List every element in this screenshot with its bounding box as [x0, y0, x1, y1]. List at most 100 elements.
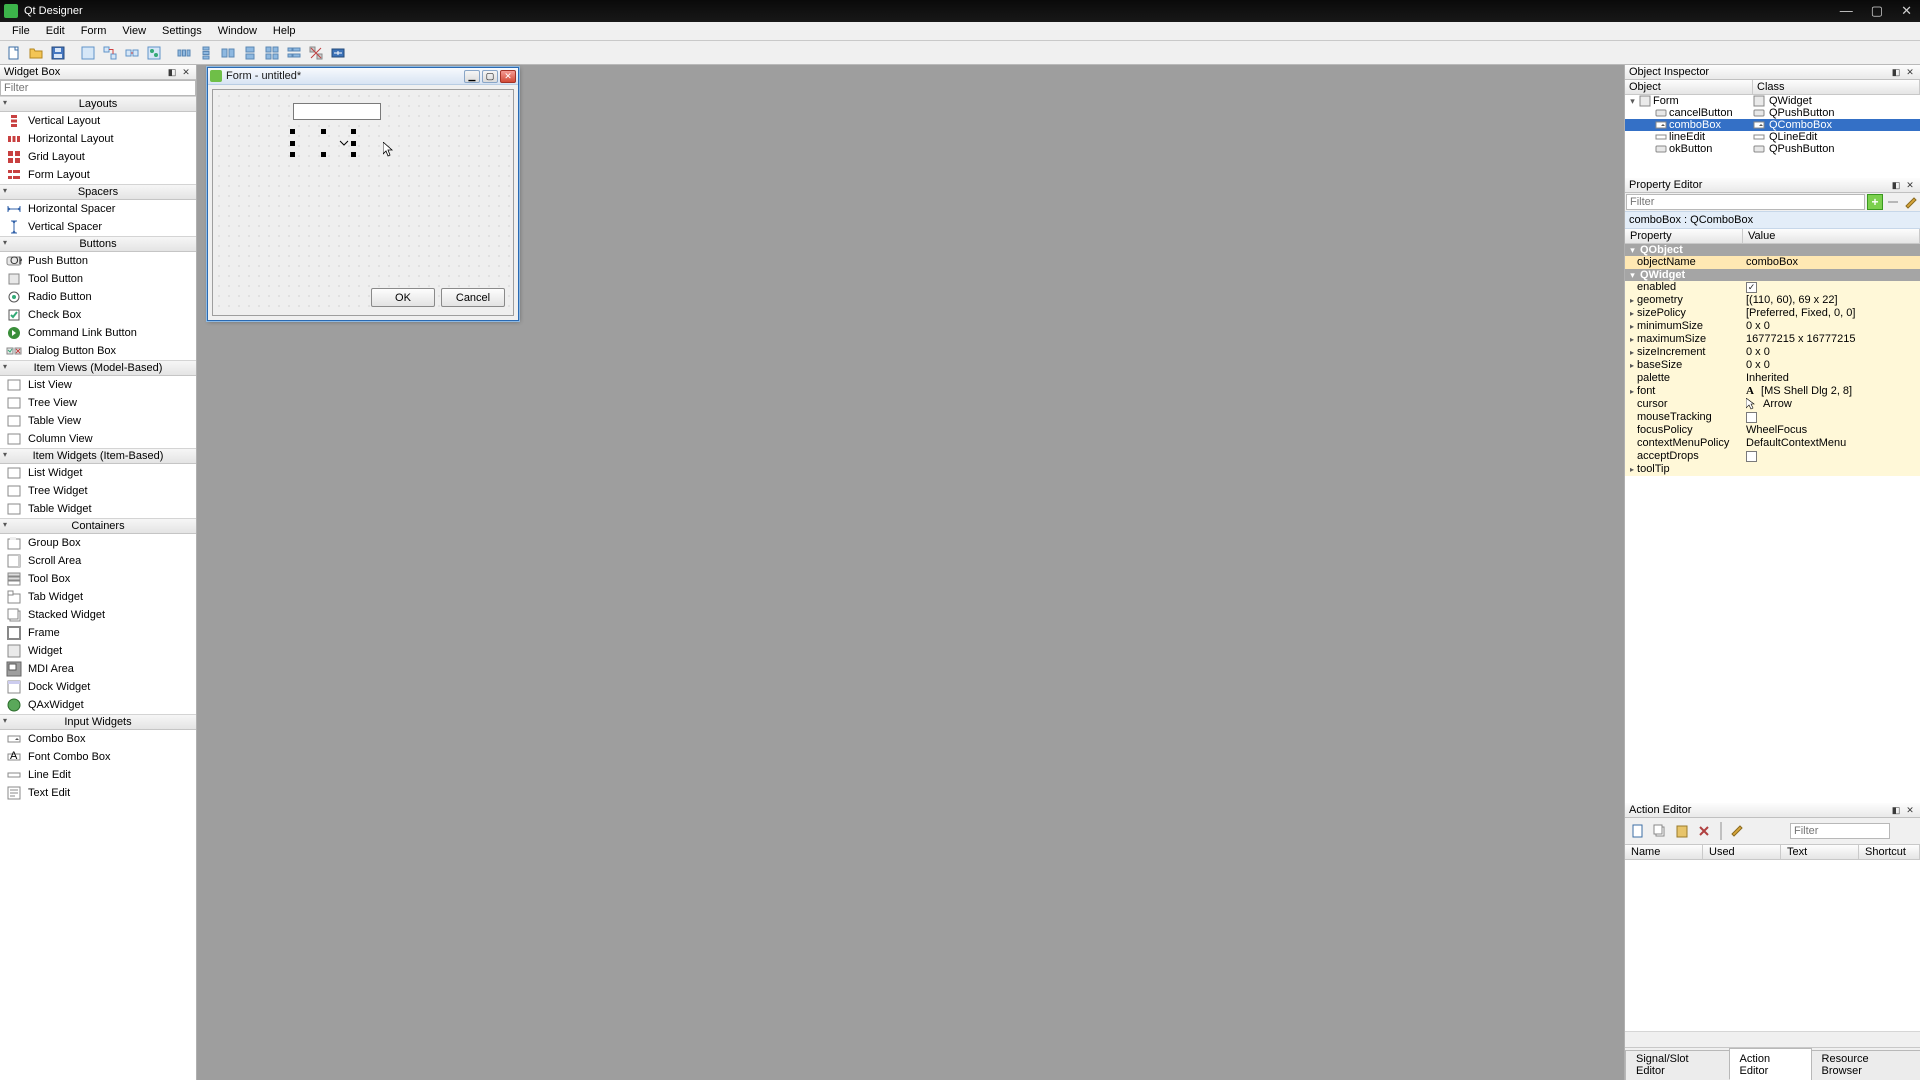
- cancel-button[interactable]: Cancel: [441, 288, 505, 307]
- menu-window[interactable]: Window: [210, 23, 265, 39]
- close-button[interactable]: ✕: [1901, 3, 1912, 19]
- wb-item[interactable]: Widget: [0, 642, 196, 660]
- wb-item[interactable]: AFont Combo Box: [0, 748, 196, 766]
- wb-item[interactable]: Tab Widget: [0, 588, 196, 606]
- wb-item[interactable]: Tree View: [0, 394, 196, 412]
- wb-item[interactable]: Combo Box: [0, 730, 196, 748]
- wb-category[interactable]: Layouts: [0, 96, 196, 112]
- tab-action-editor[interactable]: Action Editor: [1729, 1048, 1812, 1080]
- pe-row[interactable]: paletteInherited: [1625, 372, 1920, 385]
- wb-item[interactable]: Stacked Widget: [0, 606, 196, 624]
- action-filter[interactable]: [1790, 823, 1890, 839]
- ae-col-text[interactable]: Text: [1781, 845, 1859, 859]
- minimize-button[interactable]: —: [1840, 3, 1853, 19]
- wb-item[interactable]: Dialog Button Box: [0, 342, 196, 360]
- wb-category[interactable]: Item Views (Model-Based): [0, 360, 196, 376]
- pe-col-property[interactable]: Property: [1625, 229, 1743, 243]
- pe-row[interactable]: contextMenuPolicyDefaultContextMenu: [1625, 437, 1920, 450]
- oi-row[interactable]: ▾comboBoxQComboBox: [1625, 119, 1920, 131]
- wb-category[interactable]: Buttons: [0, 236, 196, 252]
- pe-row[interactable]: maximumSize16777215 x 16777215: [1625, 333, 1920, 346]
- line-edit-widget[interactable]: [293, 103, 381, 120]
- wb-item[interactable]: Tool Button: [0, 270, 196, 288]
- wb-category[interactable]: Spacers: [0, 184, 196, 200]
- oi-row[interactable]: ▾okButtonQPushButton: [1625, 143, 1920, 155]
- pe-row[interactable]: mouseTracking: [1625, 411, 1920, 424]
- tab-signal-slot-editor[interactable]: Signal/Slot Editor: [1625, 1050, 1730, 1080]
- layout-horizontal-button[interactable]: [174, 43, 194, 63]
- pe-row[interactable]: acceptDrops: [1625, 450, 1920, 463]
- adjust-size-button[interactable]: [328, 43, 348, 63]
- wb-item[interactable]: Command Link Button: [0, 324, 196, 342]
- layout-form-button[interactable]: [284, 43, 304, 63]
- wb-item[interactable]: Grid Layout: [0, 148, 196, 166]
- tab-resource-browser[interactable]: Resource Browser: [1811, 1050, 1920, 1080]
- pe-row[interactable]: enabled✓: [1625, 281, 1920, 294]
- dock-float-icon[interactable]: ◧: [1890, 179, 1902, 191]
- property-table[interactable]: Property Value ▾QObjectobjectNamecomboBo…: [1625, 229, 1920, 803]
- wb-item[interactable]: Tool Box: [0, 570, 196, 588]
- dock-float-icon[interactable]: ◧: [1890, 804, 1902, 816]
- wb-item[interactable]: Vertical Spacer: [0, 218, 196, 236]
- menu-view[interactable]: View: [114, 23, 154, 39]
- wb-item[interactable]: Radio Button: [0, 288, 196, 306]
- pe-row[interactable]: fontA [MS Shell Dlg 2, 8]: [1625, 385, 1920, 398]
- widget-box-filter[interactable]: [0, 80, 196, 96]
- remove-dynamic-property-button[interactable]: [1885, 194, 1901, 210]
- new-action-button[interactable]: [1628, 821, 1648, 841]
- pe-row[interactable]: minimumSize0 x 0: [1625, 320, 1920, 333]
- dock-close-icon[interactable]: ✕: [1904, 179, 1916, 191]
- pe-group[interactable]: ▾QWidget: [1625, 269, 1920, 281]
- ae-col-name[interactable]: Name: [1625, 845, 1703, 859]
- wb-item[interactable]: List View: [0, 376, 196, 394]
- ok-button[interactable]: OK: [371, 288, 435, 307]
- pe-row[interactable]: focusPolicyWheelFocus: [1625, 424, 1920, 437]
- edit-tab-order-button[interactable]: [144, 43, 164, 63]
- wb-item[interactable]: Dock Widget: [0, 678, 196, 696]
- dock-close-icon[interactable]: ✕: [1904, 66, 1916, 78]
- wb-item[interactable]: Column View: [0, 430, 196, 448]
- ae-col-shortcut[interactable]: Shortcut: [1859, 845, 1920, 859]
- menu-form[interactable]: Form: [73, 23, 115, 39]
- wb-item[interactable]: Horizontal Layout: [0, 130, 196, 148]
- wb-item[interactable]: Group Box: [0, 534, 196, 552]
- wb-item[interactable]: Text Edit: [0, 784, 196, 802]
- dock-close-icon[interactable]: ✕: [180, 66, 192, 78]
- wb-item[interactable]: Table View: [0, 412, 196, 430]
- dock-float-icon[interactable]: ◧: [1890, 66, 1902, 78]
- combo-box-widget[interactable]: [293, 132, 353, 154]
- wb-item[interactable]: MDI Area: [0, 660, 196, 678]
- form-min-button[interactable]: ▁: [464, 70, 480, 83]
- layout-vsplitter-button[interactable]: [240, 43, 260, 63]
- layout-hsplitter-button[interactable]: [218, 43, 238, 63]
- menu-file[interactable]: File: [4, 23, 38, 39]
- form-close-button[interactable]: ✕: [500, 70, 516, 83]
- wb-item[interactable]: QAxWidget: [0, 696, 196, 714]
- form-max-button[interactable]: ▢: [482, 70, 498, 83]
- widget-box-list[interactable]: LayoutsVertical LayoutHorizontal LayoutG…: [0, 96, 196, 1080]
- wb-item[interactable]: List Widget: [0, 464, 196, 482]
- pe-row[interactable]: geometry[(110, 60), 69 x 22]: [1625, 294, 1920, 307]
- open-button[interactable]: [26, 43, 46, 63]
- add-dynamic-property-button[interactable]: +: [1867, 194, 1883, 210]
- action-hscroll[interactable]: [1625, 1031, 1920, 1047]
- copy-action-button[interactable]: [1650, 821, 1670, 841]
- layout-vertical-button[interactable]: [196, 43, 216, 63]
- wb-category[interactable]: Containers: [0, 518, 196, 534]
- wb-item[interactable]: Vertical Layout: [0, 112, 196, 130]
- menu-help[interactable]: Help: [265, 23, 304, 39]
- dock-float-icon[interactable]: ◧: [166, 66, 178, 78]
- pe-row[interactable]: toolTip: [1625, 463, 1920, 476]
- pe-row[interactable]: baseSize0 x 0: [1625, 359, 1920, 372]
- wb-item[interactable]: OKPush Button: [0, 252, 196, 270]
- form-window-titlebar[interactable]: Form - untitled* ▁ ▢ ✕: [208, 68, 518, 85]
- layout-grid-button[interactable]: [262, 43, 282, 63]
- oi-row[interactable]: ▾lineEditQLineEdit: [1625, 131, 1920, 143]
- mdi-area[interactable]: Form - untitled* ▁ ▢ ✕: [197, 65, 1624, 1080]
- edit-widgets-button[interactable]: [78, 43, 98, 63]
- new-form-button[interactable]: [4, 43, 24, 63]
- form-canvas[interactable]: OK Cancel: [212, 89, 514, 316]
- wb-item[interactable]: Scroll Area: [0, 552, 196, 570]
- delete-action-button[interactable]: [1694, 821, 1714, 841]
- oi-row[interactable]: ▾cancelButtonQPushButton: [1625, 107, 1920, 119]
